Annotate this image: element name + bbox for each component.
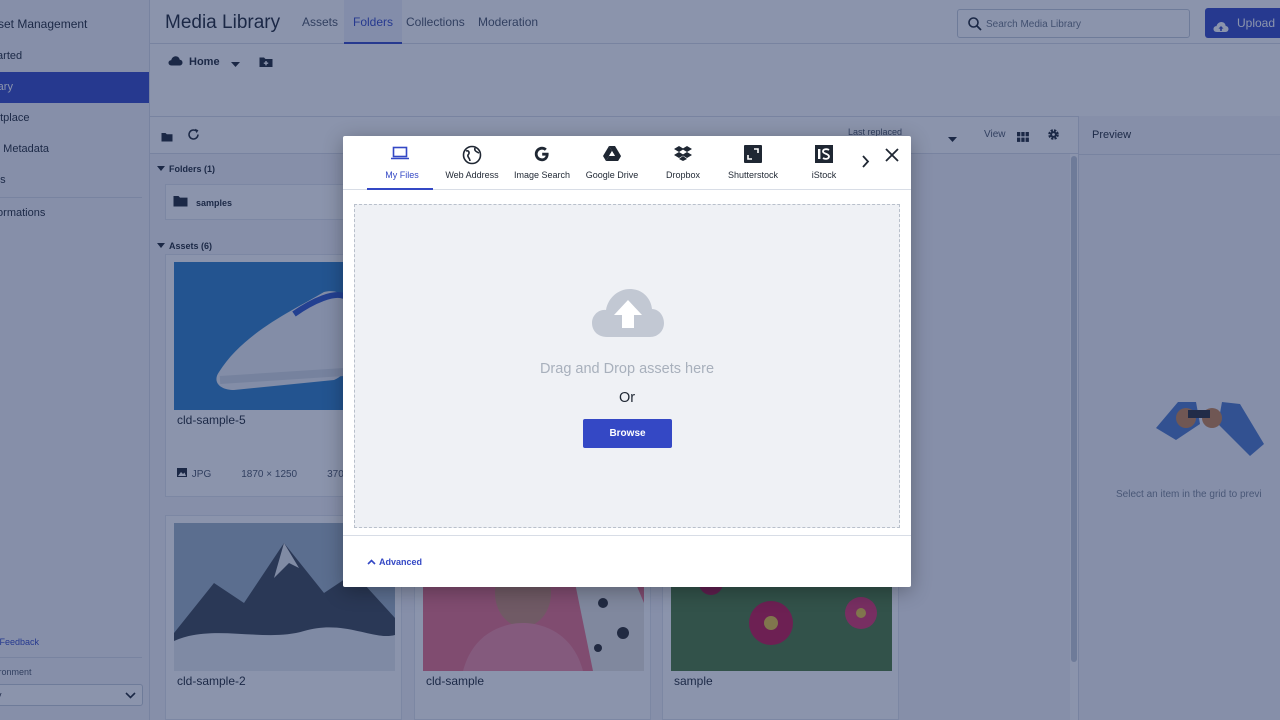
- upload-modal: My Files Web Address Image Search Google…: [343, 136, 911, 587]
- advanced-toggle[interactable]: Advanced: [367, 557, 422, 567]
- modal-footer-divider: [343, 535, 911, 536]
- tab-dropbox[interactable]: Dropbox: [648, 136, 718, 190]
- tab-label: iStock: [811, 170, 837, 180]
- tab-istock[interactable]: iStock: [789, 136, 859, 190]
- laptop-icon: [367, 145, 433, 165]
- tab-label: Web Address: [445, 170, 499, 180]
- cloud-upload-icon: [591, 287, 665, 344]
- tab-label: Google Drive: [585, 170, 639, 180]
- tab-label: Dropbox: [665, 170, 701, 180]
- istock-icon: [789, 145, 859, 165]
- or-text: Or: [618, 390, 636, 406]
- tab-shutterstock[interactable]: Shutterstock: [718, 136, 788, 190]
- source-tabs: My Files Web Address Image Search Google…: [343, 136, 911, 190]
- shutterstock-icon: [718, 145, 788, 165]
- globe-icon: [437, 145, 507, 165]
- tab-google-drive[interactable]: Google Drive: [577, 136, 647, 190]
- chevron-up-icon: [367, 557, 376, 567]
- dropbox-icon: [648, 145, 718, 165]
- close-icon[interactable]: [884, 147, 900, 168]
- browse-button[interactable]: Browse: [583, 419, 672, 448]
- tab-label: Image Search: [513, 170, 571, 180]
- dropzone-text: Drag and Drop assets here: [539, 361, 715, 377]
- tab-my-files[interactable]: My Files: [367, 136, 433, 190]
- chevron-right-icon[interactable]: [861, 155, 870, 173]
- tab-label: Shutterstock: [727, 170, 779, 180]
- google-icon: [507, 145, 577, 165]
- tab-label: My Files: [385, 170, 419, 180]
- tab-web-address[interactable]: Web Address: [437, 136, 507, 190]
- advanced-label: Advanced: [379, 557, 423, 567]
- google-drive-icon: [577, 145, 647, 165]
- tab-image-search[interactable]: Image Search: [507, 136, 577, 190]
- dropzone[interactable]: Drag and Drop assets here Or Browse: [354, 204, 900, 528]
